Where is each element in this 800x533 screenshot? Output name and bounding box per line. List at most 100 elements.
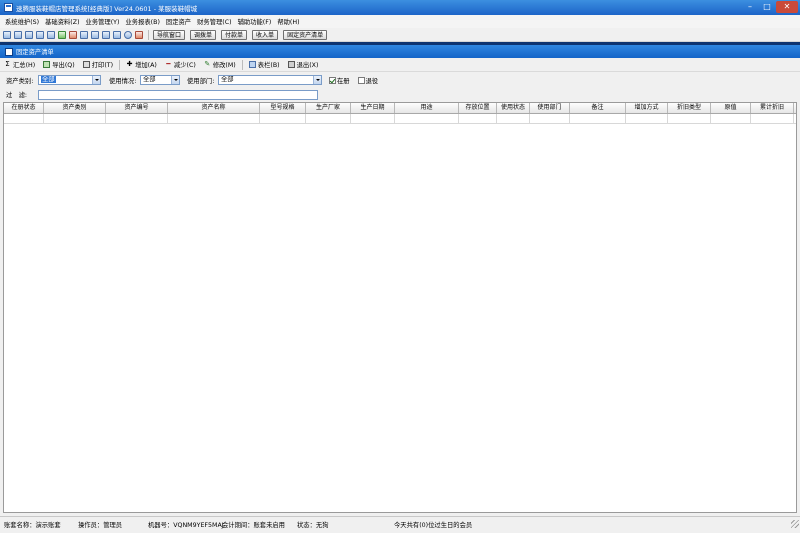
table-cell[interactable] [351,114,395,124]
table-cell[interactable] [4,114,44,124]
table-row[interactable] [4,114,796,124]
table-cell[interactable] [106,114,168,124]
sigma-icon: Σ [5,60,10,68]
search-row: 过 滤: [0,88,800,101]
export-button[interactable]: 导出(Q) [43,60,75,69]
tools-icon[interactable] [69,30,77,39]
status-state: 状态：无狗 [297,522,329,529]
menu-system[interactable]: 系统维护(S) [3,17,41,26]
table-cell[interactable] [626,114,668,124]
column-header[interactable]: 增加方式 [626,103,668,113]
status-bar: 账套名称：演示账套 操作员：管理员 机器号：VQNM9YEF5MAJ 会计期间：… [0,516,800,530]
plus-icon: ✚ [126,60,133,68]
menu-basic-data[interactable]: 基础资料(Z) [43,17,81,26]
reduce-button[interactable]: ━ 减少(C) [165,60,196,70]
title-bar: 速腾服装鞋帽店管理系统[经典版] Ver24.0601 - 某服装鞋帽城 – □… [0,0,800,15]
column-header[interactable]: 生产日期 [351,103,395,113]
action-toolbar: Σ 汇总(H) 导出(Q) 打印(T) ✚ 增加(A) ━ 减少(C) ✎ 修改… [0,58,800,72]
column-header[interactable]: 原值 [711,103,751,113]
document-icon[interactable] [14,30,22,39]
column-header[interactable]: 资产编号 [106,103,168,113]
table-cell[interactable] [711,114,751,124]
printer-icon [82,61,90,68]
maximize-icon[interactable]: □ [759,1,775,13]
column-header[interactable]: 使用状态 [497,103,530,113]
column-header[interactable]: 存放位置 [459,103,497,113]
column-header[interactable]: 资产类别 [44,103,106,113]
columns-icon [248,61,256,68]
table-cell[interactable] [459,114,497,124]
close-icon[interactable]: ✕ [776,1,798,13]
table-cell[interactable] [168,114,260,124]
menu-finance[interactable]: 财务管理(C) [195,17,234,26]
column-header[interactable]: 资产名称 [168,103,260,113]
retired-label: 退役 [365,77,379,85]
toolbar-separator [241,59,243,70]
column-header[interactable]: 折旧类型 [668,103,711,113]
retired-checkbox[interactable] [357,76,365,84]
asset-grid[interactable]: 在册状态 资产类别 资产编号 资产名称 型号规格 生产厂家 生产日期 用途 存放位置 使用状态 使用… [3,102,797,513]
income-order-button[interactable]: 收入单 [252,29,279,40]
add-button[interactable]: ✚ 增加(A) [126,60,157,70]
column-header[interactable]: 备注 [570,103,626,113]
table-cell[interactable] [751,114,794,124]
open-icon[interactable] [36,30,44,39]
status-operator: 操作员：管理员 [78,522,123,529]
copy-icon[interactable] [25,30,33,39]
fixed-asset-list-button[interactable]: 固定资产清单 [283,29,328,40]
tab-fixed-asset-list[interactable]: 固定资产清单 [16,47,54,56]
column-header[interactable]: 在册状态 [4,103,44,113]
menu-reports[interactable]: 业务报表(B) [123,17,161,26]
save-icon[interactable] [102,30,110,39]
resize-grip[interactable] [791,520,799,528]
column-header[interactable]: 用途 [395,103,459,113]
window-title: 速腾服装鞋帽店管理系统[经典版] Ver24.0601 - 某服装鞋帽城 [16,4,198,13]
transfer-icon[interactable] [80,30,88,39]
payment-order-button[interactable]: 付款单 [221,29,248,40]
menu-fixed-assets[interactable]: 固定资产 [164,17,193,26]
table-cell[interactable] [497,114,530,124]
minimize-icon[interactable]: – [742,1,758,13]
menu-tools[interactable]: 辅助功能(F) [236,17,274,26]
table-cell[interactable] [44,114,106,124]
mail-icon[interactable] [91,30,99,39]
list-icon[interactable] [47,30,55,39]
usage-select[interactable]: 全部 [140,75,180,85]
table-cell[interactable] [570,114,626,124]
icon-toolbar: 导航窗口 调拨单 付款单 收入单 固定资产清单 [0,28,800,42]
status-machine: 机器号：VQNM9YEF5MAJ [148,522,224,529]
column-header[interactable]: 累计折旧 [751,103,794,113]
usage-label: 使用情况: [109,77,137,85]
table-cell[interactable] [668,114,711,124]
summary-button[interactable]: Σ 汇总(H) [4,60,35,70]
column-header[interactable]: 生产厂家 [306,103,351,113]
chevron-down-icon [92,76,100,84]
exit-icon[interactable] [135,30,143,39]
grid-header: 在册状态 资产类别 资产编号 资产名称 型号规格 生产厂家 生产日期 用途 存放位置 使用状态 使用… [4,103,796,114]
exit-button[interactable]: 退出(X) [287,60,318,69]
category-select[interactable]: 全部 [38,75,101,85]
menu-help[interactable]: 帮助(H) [275,17,301,26]
menu-business[interactable]: 业务管理(Y) [84,17,122,26]
nav-window-button[interactable]: 导航窗口 [153,29,186,40]
filter-input[interactable] [38,89,318,100]
print-icon[interactable] [113,30,121,39]
table-cell[interactable] [530,114,570,124]
help-icon[interactable] [124,30,132,39]
window-icon[interactable] [3,30,11,39]
refresh-icon[interactable] [58,30,66,39]
edit-button[interactable]: ✎ 修改(M) [204,60,235,70]
in-book-checkbox[interactable] [329,76,336,84]
transfer-order-button[interactable]: 调拨单 [190,29,217,40]
columns-button[interactable]: 表栏(B) [248,60,280,69]
toolbar-separator [148,29,149,40]
toolbar-separator [119,59,121,70]
table-cell[interactable] [395,114,459,124]
column-header[interactable]: 使用部门 [530,103,570,113]
column-header[interactable]: 型号规格 [260,103,306,113]
dept-select[interactable]: 全部 [218,75,322,85]
table-cell[interactable] [306,114,351,124]
print-button[interactable]: 打印(T) [82,60,113,69]
table-cell[interactable] [260,114,306,124]
status-period: 会计期间：账套未启用 [222,522,285,529]
